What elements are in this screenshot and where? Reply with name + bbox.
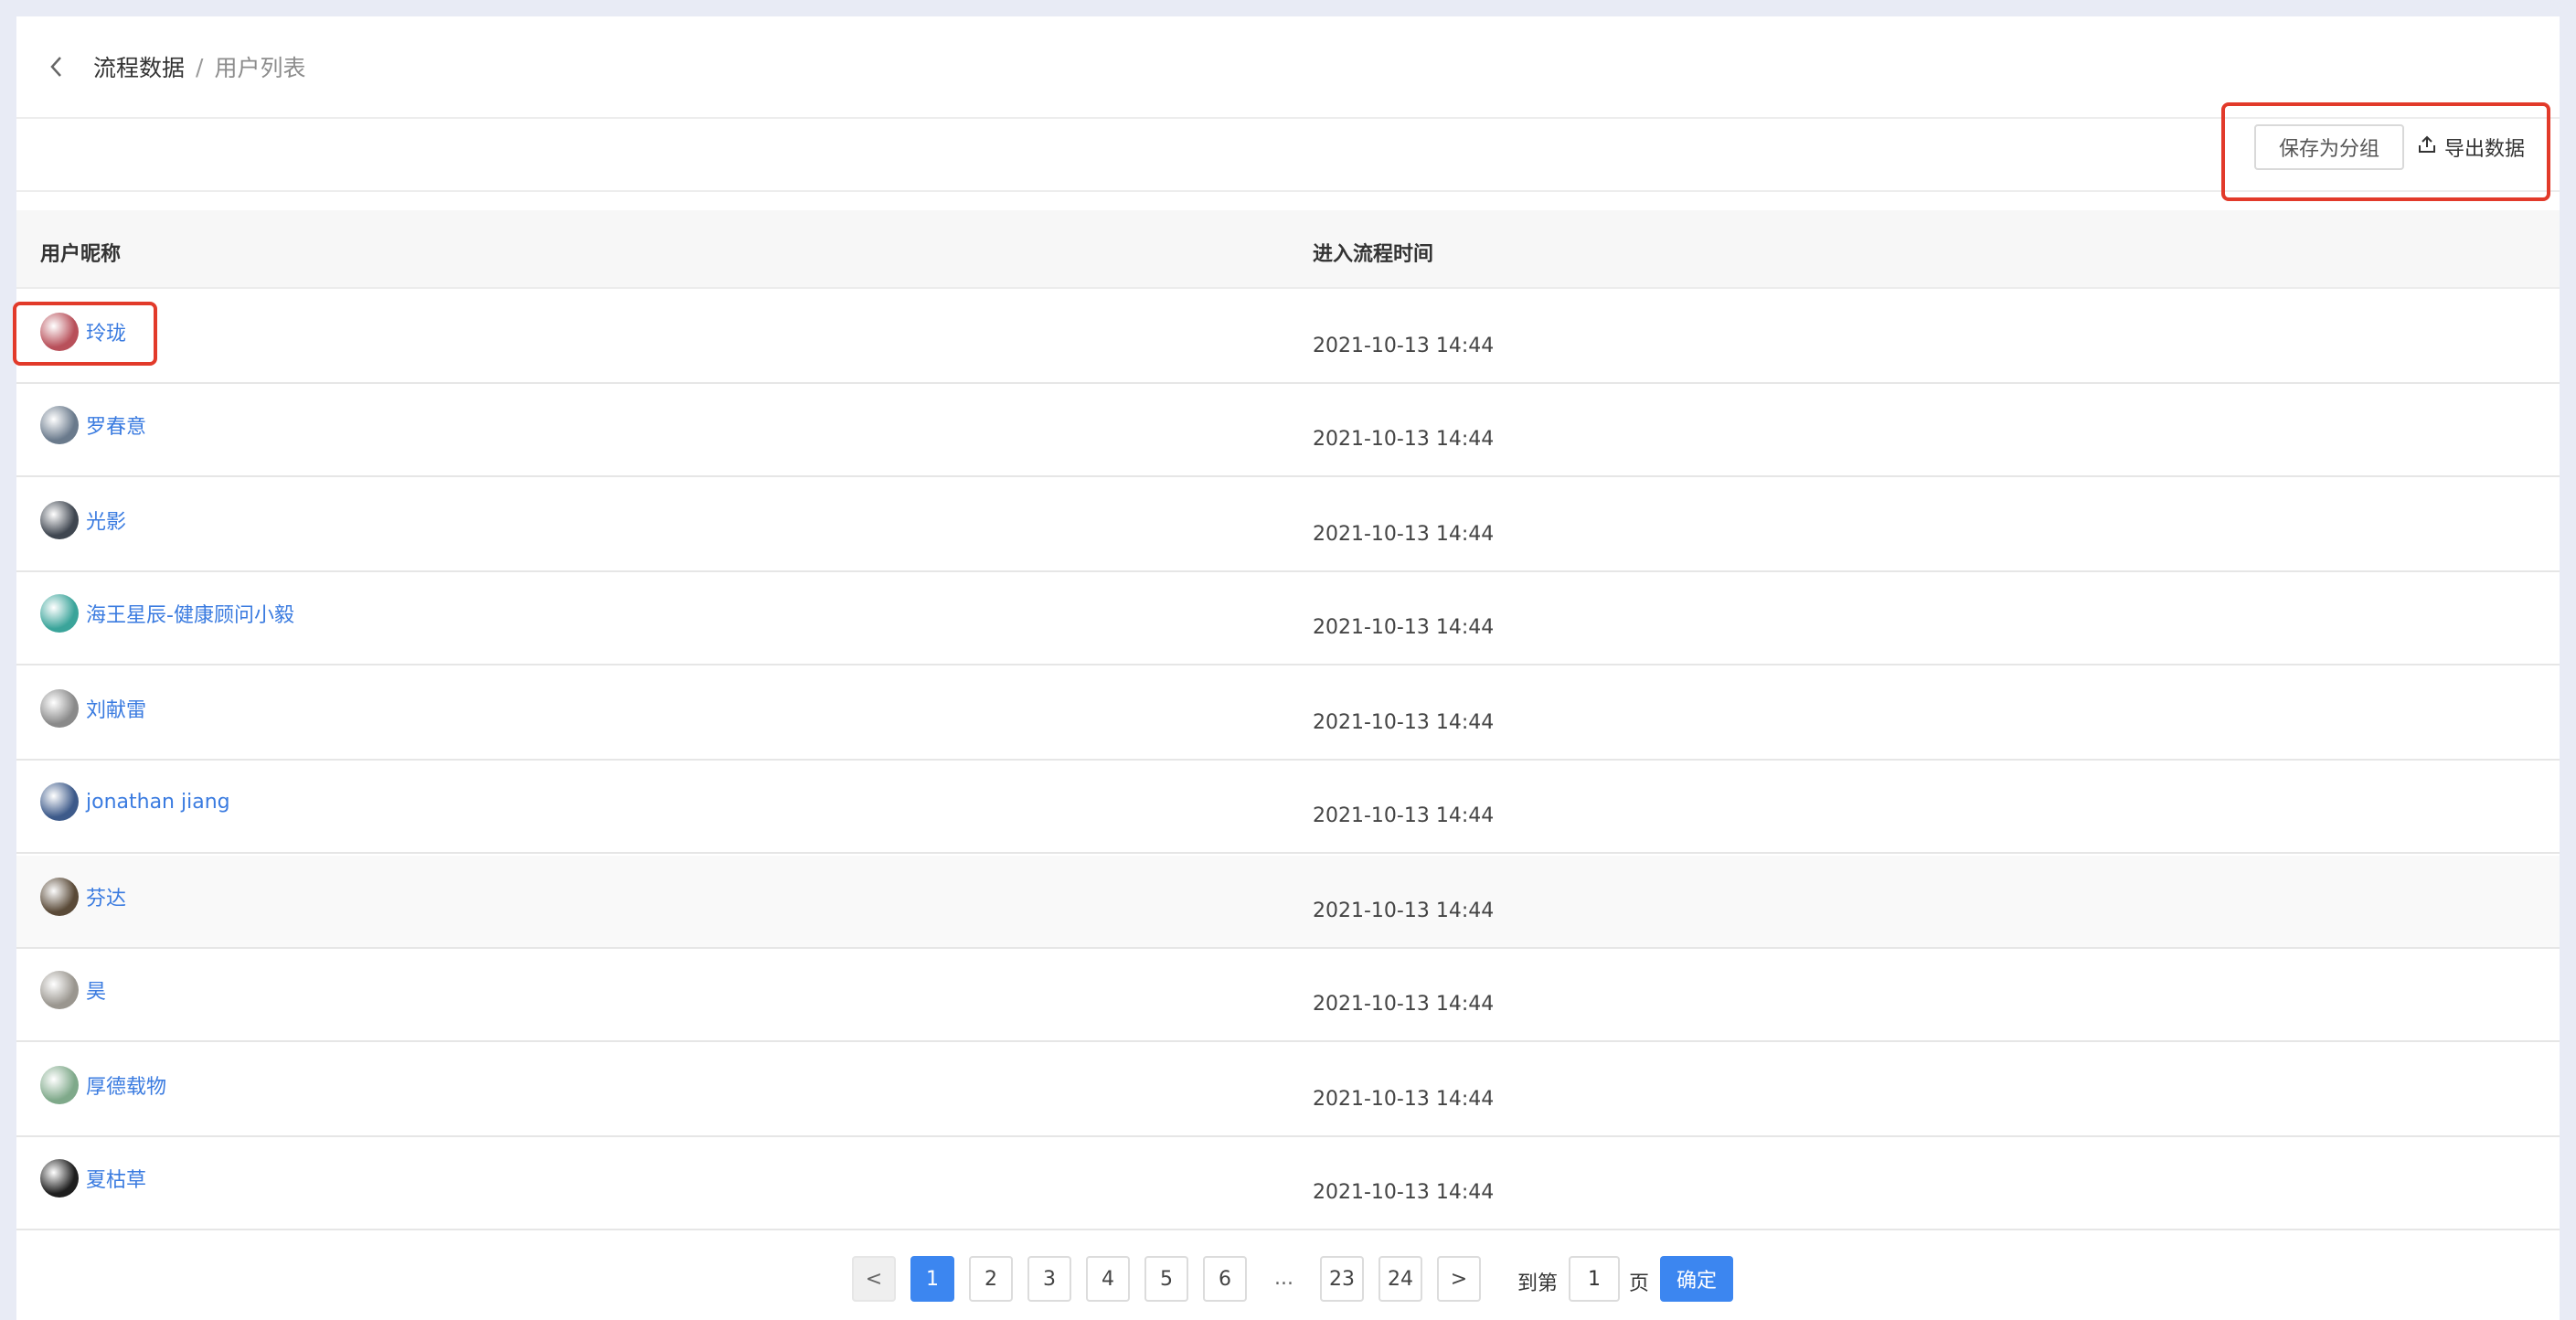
user-nickname: 海王星辰-健康顾问小毅 bbox=[86, 604, 294, 627]
enter-time-cell: 2021-10-13 14:44 bbox=[1313, 335, 1495, 357]
table-row: 罗春意 2021-10-13 14:44 bbox=[16, 384, 2560, 477]
enter-time-cell: 2021-10-13 14:44 bbox=[1313, 1088, 1495, 1111]
user-nickname: 厚德载物 bbox=[86, 1076, 167, 1099]
pagination-page-1[interactable]: 1 bbox=[910, 1256, 954, 1302]
user-nickname-link[interactable]: 厚德载物 bbox=[40, 1066, 166, 1104]
main-card: 流程数据 / 用户列表 保存为分组 导出数据 用户昵称 进入流程时间 玲珑 202… bbox=[13, 16, 2560, 1320]
user-nickname: 芬达 bbox=[86, 888, 127, 910]
user-nickname: jonathan jiang bbox=[86, 790, 230, 814]
enter-time-cell: 2021-10-13 14:44 bbox=[1313, 1181, 1495, 1204]
avatar bbox=[40, 782, 79, 821]
enter-time-cell: 2021-10-13 14:44 bbox=[1313, 616, 1495, 639]
breadcrumb-current: 用户列表 bbox=[214, 55, 306, 81]
pagination-prev-button[interactable]: < bbox=[852, 1256, 896, 1302]
breadcrumb-separator: / bbox=[196, 53, 204, 80]
breadcrumb-root[interactable]: 流程数据 bbox=[93, 50, 185, 83]
table-header: 用户昵称 进入流程时间 bbox=[16, 210, 2560, 289]
user-nickname: 罗春意 bbox=[86, 416, 147, 439]
export-data-button[interactable]: 导出数据 bbox=[2417, 124, 2545, 170]
enter-time-cell: 2021-10-13 14:44 bbox=[1313, 993, 1495, 1016]
table-row: jonathan jiang 2021-10-13 14:44 bbox=[16, 761, 2560, 854]
table-row: 玲珑 2021-10-13 14:44 bbox=[13, 291, 2560, 384]
user-table: 用户昵称 进入流程时间 玲珑 2021-10-13 14:44 罗春意 2021-10… bbox=[13, 210, 2560, 1230]
pagination-page-24[interactable]: 24 bbox=[1378, 1256, 1422, 1302]
user-nickname-link[interactable]: 玲珑 bbox=[40, 313, 126, 351]
user-nickname-link[interactable]: 海王星辰-健康顾问小毅 bbox=[40, 594, 294, 633]
back-chevron-icon[interactable] bbox=[44, 54, 69, 80]
upload-icon bbox=[2417, 134, 2437, 160]
user-nickname: 昊 bbox=[86, 981, 107, 1004]
pagination: < 1 2 3 4 5 6 ... 23 24 > 到第 页 确定 bbox=[16, 1256, 2560, 1311]
user-nickname-link[interactable]: jonathan jiang bbox=[40, 782, 230, 821]
avatar bbox=[40, 971, 79, 1009]
user-nickname-link[interactable]: 芬达 bbox=[40, 878, 126, 916]
avatar bbox=[40, 689, 79, 728]
user-nickname-link[interactable]: 夏枯草 bbox=[40, 1159, 146, 1198]
pagination-page-4[interactable]: 4 bbox=[1086, 1256, 1130, 1302]
table-row: 夏枯草 2021-10-13 14:44 bbox=[16, 1137, 2560, 1230]
avatar bbox=[40, 594, 79, 633]
column-header-enter-time: 进入流程时间 bbox=[1313, 243, 1434, 266]
avatar bbox=[40, 1066, 79, 1104]
enter-time-cell: 2021-10-13 14:44 bbox=[1313, 428, 1495, 451]
user-nickname: 光影 bbox=[86, 511, 127, 534]
enter-time-cell: 2021-10-13 14:44 bbox=[1313, 900, 1495, 922]
user-nickname-link[interactable]: 罗春意 bbox=[40, 406, 146, 444]
enter-time-cell: 2021-10-13 14:44 bbox=[1313, 523, 1495, 546]
pagination-ellipsis[interactable]: ... bbox=[1274, 1267, 1293, 1290]
pagination-page-3[interactable]: 3 bbox=[1027, 1256, 1071, 1302]
column-header-nickname: 用户昵称 bbox=[40, 243, 122, 266]
user-nickname: 夏枯草 bbox=[86, 1169, 147, 1192]
avatar bbox=[40, 878, 79, 916]
user-nickname-link[interactable]: 昊 bbox=[40, 971, 106, 1009]
avatar bbox=[40, 313, 79, 351]
user-nickname: 玲珑 bbox=[86, 323, 127, 346]
goto-page-input[interactable] bbox=[1569, 1256, 1620, 1302]
enter-time-cell: 2021-10-13 14:44 bbox=[1313, 804, 1495, 827]
user-nickname-link[interactable]: 光影 bbox=[40, 501, 126, 539]
goto-prefix-label: 到第 bbox=[1517, 1272, 1559, 1295]
avatar bbox=[40, 406, 79, 444]
avatar bbox=[40, 1159, 79, 1198]
export-data-label: 导出数据 bbox=[2444, 138, 2526, 161]
table-row: 厚德载物 2021-10-13 14:44 bbox=[16, 1044, 2560, 1137]
pagination-page-23[interactable]: 23 bbox=[1320, 1256, 1364, 1302]
table-row: 光影 2021-10-13 14:44 bbox=[16, 479, 2560, 572]
goto-confirm-button[interactable]: 确定 bbox=[1660, 1256, 1733, 1302]
table-row: 刘献雷 2021-10-13 14:44 bbox=[16, 667, 2560, 761]
toolbar: 保存为分组 导出数据 bbox=[16, 102, 2560, 201]
goto-suffix-label: 页 bbox=[1629, 1272, 1650, 1295]
table-row: 芬达 2021-10-13 14:44 bbox=[16, 856, 2560, 949]
pagination-page-2[interactable]: 2 bbox=[969, 1256, 1013, 1302]
avatar bbox=[40, 501, 79, 539]
save-as-group-button[interactable]: 保存为分组 bbox=[2254, 124, 2404, 170]
table-row: 海王星辰-健康顾问小毅 2021-10-13 14:44 bbox=[16, 572, 2560, 665]
enter-time-cell: 2021-10-13 14:44 bbox=[1313, 711, 1495, 734]
user-nickname: 刘献雷 bbox=[86, 699, 147, 722]
pagination-page-5[interactable]: 5 bbox=[1144, 1256, 1188, 1302]
pagination-page-6[interactable]: 6 bbox=[1203, 1256, 1247, 1302]
user-nickname-link[interactable]: 刘献雷 bbox=[40, 689, 146, 728]
page-header: 流程数据 / 用户列表 bbox=[16, 16, 2560, 119]
pagination-next-button[interactable]: > bbox=[1437, 1256, 1481, 1302]
table-row: 昊 2021-10-13 14:44 bbox=[16, 949, 2560, 1042]
